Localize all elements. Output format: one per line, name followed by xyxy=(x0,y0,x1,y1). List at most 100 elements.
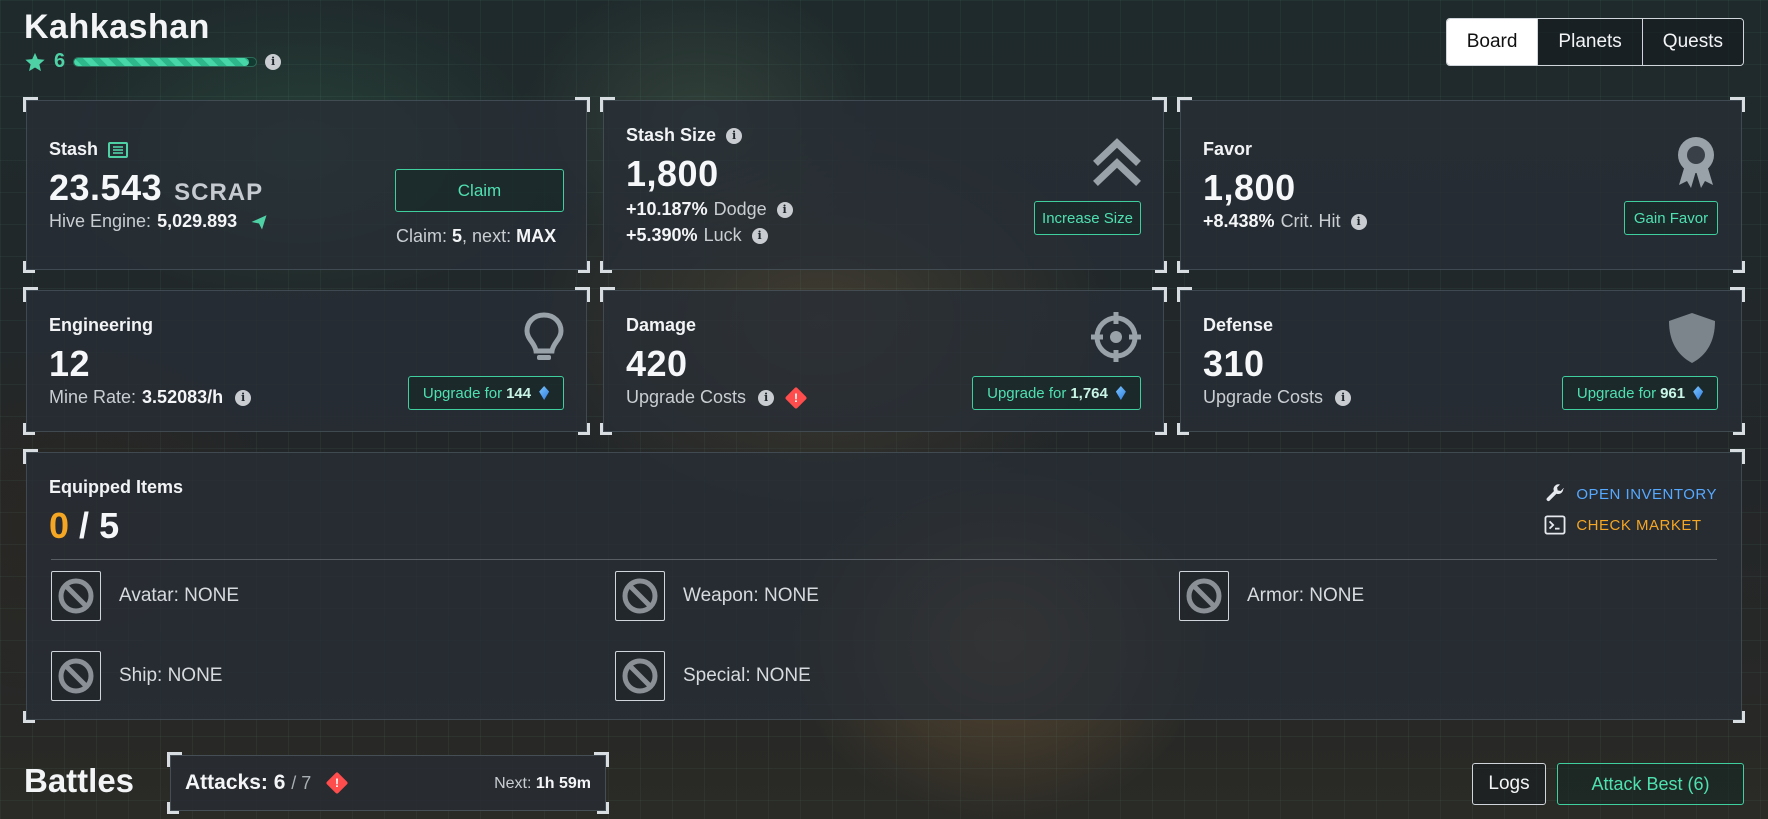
upgrade-cost: 1,764 xyxy=(1070,384,1108,402)
defense-label: Defense xyxy=(1203,315,1274,335)
dodge-value: +10.187% xyxy=(626,199,708,219)
equipped-items-label: Equipped Items xyxy=(49,477,184,497)
slot-label: Weapon: NONE xyxy=(683,585,819,606)
upgrade-costs-label: Upgrade Costs xyxy=(1203,387,1324,407)
chevrons-up-icon xyxy=(1093,138,1141,186)
armor-slot-button[interactable] xyxy=(1179,571,1229,621)
gem-icon xyxy=(1115,386,1126,400)
info-icon[interactable]: i xyxy=(726,127,743,144)
favor-label: Favor xyxy=(1203,139,1253,159)
xp-progress-fill xyxy=(74,57,249,66)
gain-favor-button[interactable]: Gain Favor xyxy=(1624,201,1718,235)
warning-icon[interactable]: ! xyxy=(325,771,349,795)
attacks-label: Attacks: xyxy=(185,771,268,794)
claim-count: 5 xyxy=(452,226,463,246)
slot-weapon: Weapon: NONE xyxy=(615,571,819,621)
slot-armor: Armor: NONE xyxy=(1179,571,1364,621)
slot-label: Special: NONE xyxy=(683,665,811,686)
open-inventory-label: OPEN INVENTORY xyxy=(1576,485,1717,503)
award-icon xyxy=(1678,137,1714,188)
lightbulb-icon xyxy=(524,312,564,360)
crit-label: Crit. Hit xyxy=(1280,211,1341,231)
upgrade-label: Upgrade for xyxy=(1576,384,1657,402)
avatar-slot-button[interactable] xyxy=(51,571,101,621)
view-tabs: Board Planets Quests xyxy=(1445,18,1744,66)
open-inventory-link[interactable]: OPEN INVENTORY xyxy=(1544,483,1717,505)
prohibited-icon xyxy=(622,578,658,614)
shield-icon xyxy=(1669,313,1715,363)
attack-best-button[interactable]: Attack Best (6) xyxy=(1557,763,1744,805)
special-slot-button[interactable] xyxy=(615,651,665,701)
upgrade-cost: 144 xyxy=(506,384,532,402)
stash-size-card: Stash Size i 1,800 +10.187% Dodge i +5.3… xyxy=(600,97,1167,273)
warning-icon[interactable]: ! xyxy=(784,386,808,409)
next-attack-value: 1h 59m xyxy=(535,775,591,792)
equipped-count: 0 / 5 xyxy=(49,505,119,547)
level-number: 6 xyxy=(54,50,66,72)
stash-size-label: Stash Size xyxy=(626,125,717,145)
battles-title: Battles xyxy=(24,762,135,799)
attacks-count: Attacks: 6 / 7 ! xyxy=(185,771,349,795)
tab-quests[interactable]: Quests xyxy=(1641,19,1743,65)
info-icon[interactable]: i xyxy=(265,53,282,70)
wrench-icon xyxy=(1546,484,1565,502)
next-value: MAX xyxy=(516,226,557,246)
defense-card: Defense 310 Upgrade Costs i Upgrade for 9… xyxy=(1177,287,1745,435)
engineering-upgrade-button[interactable]: Upgrade for 144 xyxy=(408,376,564,410)
favor-value: 1,800 xyxy=(1203,167,1296,208)
info-icon[interactable]: i xyxy=(1335,389,1352,406)
dodge-label: Dodge xyxy=(713,199,767,219)
next-label: , next: xyxy=(462,226,512,246)
next-attack-label: Next: xyxy=(494,775,532,792)
prohibited-icon xyxy=(58,578,94,614)
defense-upgrade-button[interactable]: Upgrade for 961 xyxy=(1562,376,1718,410)
send-icon[interactable] xyxy=(249,213,269,231)
luck-value: +5.390% xyxy=(626,225,698,245)
app: Kahkashan 6 i Board Planets Quests Stash… xyxy=(0,0,1768,819)
divider xyxy=(51,559,1717,560)
crit-value: +8.438% xyxy=(1203,211,1275,231)
tab-planets[interactable]: Planets xyxy=(1537,19,1642,65)
logs-button[interactable]: Logs xyxy=(1472,763,1546,805)
info-icon[interactable]: i xyxy=(751,227,768,244)
terminal-icon xyxy=(1544,515,1566,535)
damage-card: Damage 420 Upgrade Costs i ! Upgrade for… xyxy=(600,287,1167,435)
list-icon[interactable] xyxy=(108,141,129,158)
prohibited-icon xyxy=(1186,578,1222,614)
check-market-label: CHECK MARKET xyxy=(1576,516,1702,534)
next-attack: Next: 1h 59m xyxy=(494,775,591,793)
favor-card: Favor 1,800 +8.438% Crit. Hit i Gain Fav… xyxy=(1177,97,1745,273)
page-title: Kahkashan xyxy=(24,8,210,46)
damage-upgrade-button[interactable]: Upgrade for 1,764 xyxy=(972,376,1141,410)
ship-slot-button[interactable] xyxy=(51,651,101,701)
gem-icon xyxy=(539,386,550,400)
claim-button[interactable]: Claim xyxy=(395,169,564,212)
equipped-total: 5 xyxy=(99,505,120,546)
tab-board[interactable]: Board xyxy=(1446,19,1538,65)
stash-unit: SCRAP xyxy=(174,179,264,206)
increase-size-button[interactable]: Increase Size xyxy=(1034,201,1141,235)
equipped-links: OPEN INVENTORY CHECK MARKET xyxy=(1544,483,1717,535)
upgrade-label: Upgrade for xyxy=(987,384,1067,402)
defense-value: 310 xyxy=(1203,343,1265,384)
slot-label: Avatar: NONE xyxy=(119,585,240,606)
prohibited-icon xyxy=(58,658,94,694)
weapon-slot-button[interactable] xyxy=(615,571,665,621)
info-icon[interactable]: i xyxy=(758,389,775,406)
attacks-max: / 7 xyxy=(291,773,312,793)
damage-value: 420 xyxy=(626,343,688,384)
gem-icon xyxy=(1693,386,1704,400)
claim-info-label: Claim: xyxy=(396,226,448,246)
attacks-value: 6 xyxy=(273,771,286,794)
slot-label: Ship: NONE xyxy=(119,665,223,686)
crosshair-icon xyxy=(1091,312,1141,362)
hive-engine-value: 5,029.893 xyxy=(157,211,238,231)
equipped-current: 0 xyxy=(49,505,70,546)
info-icon[interactable]: i xyxy=(776,201,793,218)
info-icon[interactable]: i xyxy=(235,389,252,406)
info-icon[interactable]: i xyxy=(1350,213,1367,230)
stash-card: Stash 23.543 SCRAP Hive Engine: 5,029.89… xyxy=(23,97,590,273)
check-market-link[interactable]: CHECK MARKET xyxy=(1544,515,1717,535)
mine-rate-label: Mine Rate: xyxy=(49,387,137,407)
engineering-card: Engineering 12 Mine Rate: 3.52083/h i Up… xyxy=(23,287,590,435)
